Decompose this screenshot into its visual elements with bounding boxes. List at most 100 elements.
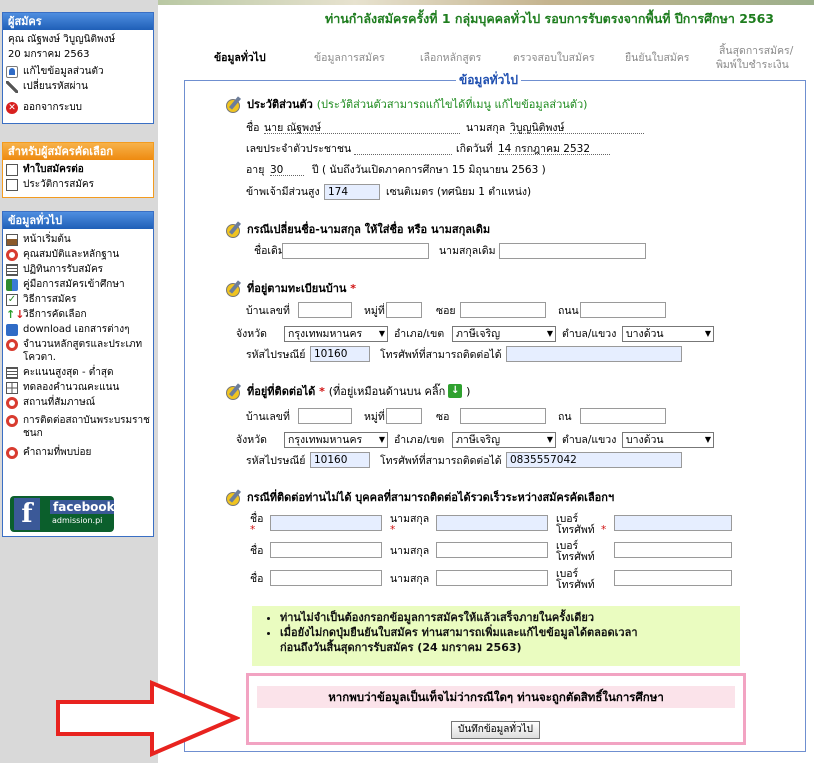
sidebar-item-application-history[interactable]: ประวัติการสมัคร: [3, 177, 153, 192]
home-soi-label: ซอย: [436, 305, 456, 317]
required-marker: *: [601, 524, 607, 536]
sidebar-item-edit-profile[interactable]: แก้ไขข้อมูลส่วนตัว: [3, 64, 153, 79]
sidebar-item-qualifications[interactable]: คุณสมบัติและหลักฐาน: [3, 247, 153, 262]
old-surname-input[interactable]: [499, 243, 646, 259]
emergency-1-surname-input[interactable]: [436, 515, 548, 531]
citizen-id-label: เลขประจำตัวประชาชน: [246, 143, 352, 155]
home-subdistrict-select[interactable]: บางด้วน: [622, 326, 714, 342]
emergency-1-phone-input[interactable]: [614, 515, 732, 531]
list-icon: [6, 264, 18, 276]
applicant-panel-header: ผู้สมัคร: [3, 13, 153, 30]
contact-soi-input[interactable]: [460, 408, 546, 424]
sidebar-item-selection-method[interactable]: ↑↓ วิธีการคัดเลือก: [3, 307, 153, 322]
sidebar-item-scores[interactable]: คะแนนสูงสุด - ต่ำสุด: [3, 365, 153, 380]
step-check-application: ตรวจสอบใบสมัคร: [513, 52, 595, 64]
home-address-section-title: ที่อยู่ตามทะเบียนบ้าน *: [226, 279, 356, 297]
emergency-2-surname-input[interactable]: [436, 542, 548, 558]
step-print-payment: พิมพ์ใบชำระเงิน: [716, 59, 789, 71]
sidebar-item-logout[interactable]: ✕ ออกจากระบบ: [3, 100, 153, 115]
contact-zip-input[interactable]: 10160: [310, 452, 370, 468]
copy-address-icon[interactable]: ↓: [448, 384, 463, 398]
sidebar-item-change-password[interactable]: เปลี่ยนรหัสผ่าน: [3, 79, 153, 94]
sidebar-item-label: แก้ไขข้อมูลส่วนตัว: [23, 66, 104, 77]
sidebar-item-label: วิธีการสมัคร: [23, 294, 77, 305]
contact-phone-label: โทรศัพท์ที่สามารถติดต่อได้: [380, 455, 502, 467]
note-deadline: ก่อนถึงวันสิ้นสุดการรับสมัคร (24 มกราคม …: [280, 641, 522, 654]
old-name-input[interactable]: [282, 243, 429, 259]
save-general-info-button[interactable]: บันทึกข้อมูลทั่วไป: [451, 721, 540, 739]
sidebar-item-score-calculator[interactable]: ทดลองคำนวณคะแนน: [3, 380, 153, 395]
contact-moo-label: หมู่ที่: [364, 411, 385, 423]
home-province-label: จังหวัด: [236, 328, 267, 340]
emergency-1-name-input[interactable]: [270, 515, 382, 531]
contact-subdistrict-select[interactable]: บางด้วน: [622, 432, 714, 448]
contact-house-input[interactable]: [298, 408, 352, 424]
home-road-label: ถนน: [558, 305, 579, 317]
facebook-word: facebook: [50, 500, 114, 514]
sidebar-item-faq[interactable]: คำถามที่พบบ่อย: [3, 445, 153, 460]
home-zip-label: รหัสไปรษณีย์: [246, 349, 306, 361]
contact-road-label: ถน: [558, 411, 572, 423]
emergency-2-phone-input[interactable]: [614, 542, 732, 558]
sidebar-item-label: ปฏิทินการรับสมัคร: [23, 264, 104, 275]
same-address-note: (ที่อยู่เหมือนด้านบน คลิ๊ก: [328, 385, 446, 398]
sidebar-item-quota[interactable]: จำนวนหลักสูตรและประเภทโควตา.: [3, 337, 153, 365]
contact-moo-input[interactable]: [386, 408, 422, 424]
sidebar-item-home[interactable]: หน้าเริ่มต้น: [3, 232, 153, 247]
lifebuoy-icon: [6, 397, 18, 409]
height-input[interactable]: 174: [324, 184, 380, 200]
emergency-surname-label: นามสกุล: [390, 573, 430, 585]
applicant-panel: ผู้สมัคร คุณ ณัฐพงษ์ วิบูญนิติพงษ์ 20 มก…: [2, 12, 154, 124]
namechange-section-title: กรณีเปลี่ยนชื่อ-นามสกุล ให้ใส่ชื่อ หรือ …: [226, 220, 490, 238]
height-label: ข้าพเจ้ามีส่วนสูง: [246, 186, 320, 198]
contact-road-input[interactable]: [580, 408, 666, 424]
name-label: ชื่อ: [246, 122, 260, 134]
emergency-3-phone-input[interactable]: [614, 570, 732, 586]
emergency-3-surname-input[interactable]: [436, 570, 548, 586]
sidebar-item-continue-application[interactable]: ทำใบสมัครต่อ: [3, 162, 153, 177]
home-moo-input[interactable]: [386, 302, 422, 318]
home-zip-input[interactable]: 10160: [310, 346, 370, 362]
step-general-info: ข้อมูลทั่วไป: [214, 52, 266, 64]
sidebar-item-interview-location[interactable]: สถานที่สัมภาษณ์: [3, 395, 153, 410]
contact-phone-input[interactable]: 0835557042: [506, 452, 682, 468]
sidebar-item-calendar[interactable]: ปฏิทินการรับสมัคร: [3, 262, 153, 277]
exit-icon: ✕: [6, 102, 18, 114]
contact-province-select[interactable]: กรุงเทพมหานคร: [284, 432, 388, 448]
required-marker: *: [250, 524, 256, 536]
home-phone-input[interactable]: [506, 346, 682, 362]
sidebar-item-contact-institute[interactable]: การติดต่อสถาบันพระบรมราชชนก: [3, 413, 153, 441]
download-icon: [6, 324, 18, 336]
age-suffix: ปี ( นับถึงวันเปิดภาคการศึกษา 15 มิถุนาย…: [312, 164, 546, 176]
same-address-note-end: ): [466, 384, 471, 398]
step-choose-program: เลือกหลักสูตร: [420, 52, 482, 64]
sidebar-item-download[interactable]: download เอกสารต่างๆ: [3, 322, 153, 337]
contact-zip-label: รหัสไปรษณีย์: [246, 455, 306, 467]
home-province-select[interactable]: กรุงเทพมหานคร: [284, 326, 388, 342]
emergency-3-name-input[interactable]: [270, 570, 382, 586]
contact-district-select[interactable]: ภาษีเจริญ: [452, 432, 556, 448]
emergency-phone-label-2: โทรศัพท์: [556, 579, 595, 591]
home-moo-label: หมู่ที่: [364, 305, 385, 317]
header-banner: [158, 0, 814, 5]
personal-section-title: ประวัติส่วนตัว (ประวัติส่วนตัวสามารถแก้ไ…: [226, 95, 587, 113]
sidebar-item-label: ออกจากระบบ: [23, 102, 83, 113]
emergency-phone-label-2: โทรศัพท์: [556, 524, 595, 536]
emergency-surname-label: นามสกุล: [390, 545, 430, 557]
home-road-input[interactable]: [580, 302, 666, 318]
name-value: นาย ณัฐพงษ์: [264, 122, 460, 134]
sidebar-item-manual[interactable]: คู่มือการสมัครเข้าศึกษา: [3, 277, 153, 292]
home-district-select[interactable]: ภาษีเจริญ: [452, 326, 556, 342]
contact-province-label: จังหวัด: [236, 434, 267, 446]
emergency-name-label: ชื่อ: [250, 545, 264, 557]
home-soi-input[interactable]: [460, 302, 546, 318]
notes-box: ท่านไม่จำเป็นต้องกรอกข้อมูลการสมัครให้แล…: [252, 606, 740, 666]
emergency-2-name-input[interactable]: [270, 542, 382, 558]
grid-icon: [6, 382, 18, 394]
contact-subdistrict-label: ตำบล/แขวง: [562, 434, 617, 446]
home-house-input[interactable]: [298, 302, 352, 318]
sidebar-item-how-to-apply[interactable]: ✓ วิธีการสมัคร: [3, 292, 153, 307]
age-label: อายุ: [246, 164, 265, 176]
pencil-icon: [226, 221, 244, 238]
facebook-badge[interactable]: f facebook admission.pi: [10, 496, 114, 532]
